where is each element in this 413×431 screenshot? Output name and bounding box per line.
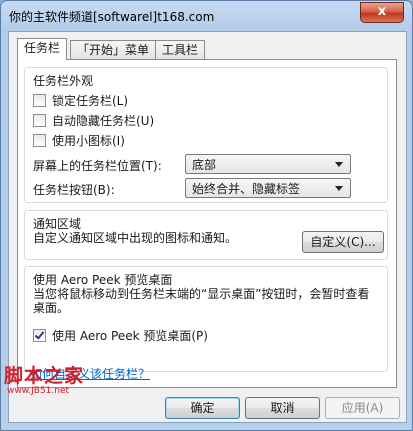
group-notification-area: 通知区域 自定义通知区域中出现的图标和通知。 自定义(C)... <box>24 210 388 260</box>
group-aero-peek: 使用 Aero Peek 预览桌面 当您将鼠标移动到任务栏末端的“显示桌面”按钮… <box>24 266 388 372</box>
group-title-notification: 通知区域 <box>33 217 82 231</box>
title-bar[interactable]: 你的主软件频道[softwarel]t168.com x <box>1 1 412 31</box>
customize-button-label: 自定义(C)... <box>310 235 376 249</box>
tab-panel-taskbar: 任务栏外观 锁定任务栏(L) 自动隐藏任务栏(U) 使用小图标(I) 屏幕上的任… <box>17 59 397 388</box>
lock-taskbar-label: 锁定任务栏(L) <box>52 93 129 108</box>
tab-toolbars-label: 工具栏 <box>162 43 199 57</box>
window-title: 你的主软件频道[softwarel]t168.com <box>9 10 215 24</box>
taskbar-buttons-value: 始终合并、隐藏标签 <box>192 181 301 196</box>
taskbar-properties-window: 你的主软件频道[softwarel]t168.com x 任务栏 「开始」菜单 … <box>0 0 413 431</box>
ok-button-label: 确定 <box>190 401 215 415</box>
checkbox-box[interactable] <box>33 133 46 147</box>
checkbox-box-checked[interactable] <box>33 328 46 342</box>
taskbar-position-value: 底部 <box>192 157 217 172</box>
taskbar-position-select[interactable]: 底部 <box>185 154 351 174</box>
group-title-aero-peek: 使用 Aero Peek 预览桌面 <box>33 273 173 287</box>
chevron-down-icon <box>335 185 343 191</box>
apply-button-label: 应用(A) <box>341 401 384 415</box>
cancel-button-label: 取消 <box>270 401 295 415</box>
ok-button[interactable]: 确定 <box>165 397 240 419</box>
tab-toolbars[interactable]: 工具栏 <box>155 40 206 59</box>
tab-taskbar-label: 任务栏 <box>24 41 61 55</box>
tab-taskbar[interactable]: 任务栏 <box>17 38 68 60</box>
tab-start-menu[interactable]: 「开始」菜单 <box>70 40 157 59</box>
apply-button[interactable]: 应用(A) <box>325 397 400 419</box>
checkbox-box[interactable] <box>33 113 46 127</box>
aero-peek-description: 当您将鼠标移动到任务栏末端的“显示桌面”按钮时，会暂时查看桌面。 <box>33 287 370 315</box>
small-icons-label: 使用小图标(I) <box>52 133 125 148</box>
aero-peek-label: 使用 Aero Peek 预览桌面(P) <box>52 328 208 343</box>
cancel-button[interactable]: 取消 <box>245 397 320 419</box>
aero-peek-checkbox[interactable]: 使用 Aero Peek 预览桌面(P) <box>33 327 208 343</box>
autohide-taskbar-label: 自动隐藏任务栏(U) <box>52 113 155 128</box>
customize-notification-button[interactable]: 自定义(C)... <box>302 231 384 253</box>
group-taskbar-appearance: 任务栏外观 锁定任务栏(L) 自动隐藏任务栏(U) 使用小图标(I) 屏幕上的任… <box>24 67 388 203</box>
small-icons-checkbox[interactable]: 使用小图标(I) <box>33 132 125 148</box>
autohide-taskbar-checkbox[interactable]: 自动隐藏任务栏(U) <box>33 112 154 128</box>
taskbar-buttons-label: 任务栏按钮(B): <box>33 183 115 197</box>
taskbar-buttons-select[interactable]: 始终合并、隐藏标签 <box>185 178 351 198</box>
group-title-appearance: 任务栏外观 <box>33 74 94 88</box>
watermark-logo: 脚本之家 <box>4 365 85 387</box>
lock-taskbar-checkbox[interactable]: 锁定任务栏(L) <box>33 92 128 108</box>
taskbar-position-label: 屏幕上的任务栏位置(T): <box>33 159 162 173</box>
tab-start-menu-label: 「开始」菜单 <box>77 43 150 57</box>
chevron-down-icon <box>335 161 343 167</box>
checkbox-box[interactable] <box>33 93 46 107</box>
close-button[interactable]: x <box>360 2 404 23</box>
watermark-url: www.JB51.net <box>7 386 70 396</box>
close-icon: x <box>377 4 387 19</box>
